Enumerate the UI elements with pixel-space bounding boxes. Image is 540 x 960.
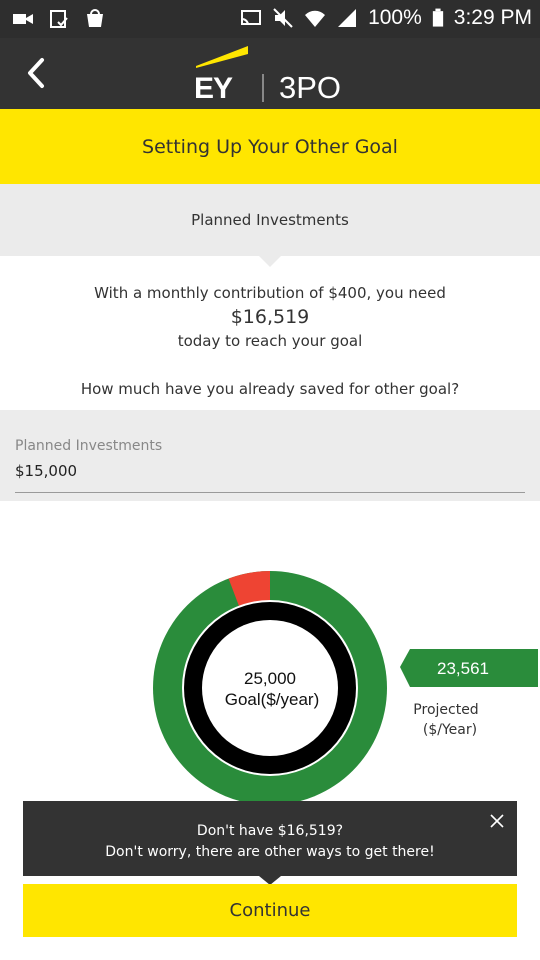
- clock: 3:29 PM: [453, 6, 532, 29]
- battery-icon: [432, 8, 443, 27]
- logo-divider: [262, 74, 264, 102]
- signal-icon: [338, 9, 357, 27]
- goal-value: 25,000: [244, 669, 296, 688]
- field-label: Planned Investments: [15, 438, 163, 454]
- gauge-svg: 25,000 Goal($/year) 23,561 Projected ($/…: [153, 571, 538, 801]
- status-bar: 100% 3:29 PM: [0, 0, 540, 38]
- chevron-left-icon: [28, 58, 44, 88]
- section-header-pointer: [259, 256, 281, 267]
- continue-button[interactable]: Continue: [23, 884, 517, 937]
- projected-label-line-1: Projected: [413, 702, 478, 718]
- toast-line-1: Don't have $16,519?: [196, 823, 344, 839]
- logo-beam-icon: [196, 46, 248, 68]
- wifi-icon: [305, 10, 326, 27]
- toast-close-button[interactable]: [489, 813, 505, 829]
- app-logo: EY 3PO: [192, 46, 352, 105]
- shortfall-toast: Don't have $16,519? Don't worry, there a…: [23, 801, 517, 876]
- logo-text: EY: [194, 72, 233, 105]
- projected-value: 23,561: [437, 659, 489, 678]
- video-icon: [13, 14, 33, 24]
- savings-question: How much have you already saved for othe…: [80, 380, 460, 398]
- store-icon: [87, 9, 103, 27]
- info-line-3: today to reach your goal: [177, 332, 363, 350]
- app-bar: EY 3PO: [0, 38, 540, 109]
- planned-investments-input[interactable]: $15,000: [15, 462, 77, 480]
- app-name: 3PO: [279, 70, 342, 105]
- cast-icon: [241, 10, 262, 26]
- goal-gauge: 25,000 Goal($/year) 23,561 Projected ($/…: [0, 501, 540, 801]
- back-button[interactable]: [22, 56, 52, 90]
- info-line-1: With a monthly contribution of $400, you…: [94, 284, 446, 302]
- field-underline: [15, 492, 525, 493]
- close-icon: [490, 814, 504, 828]
- mute-icon: [273, 8, 293, 28]
- goal-label: Goal($/year): [225, 690, 319, 709]
- projected-label-line-2: ($/Year): [423, 722, 477, 738]
- gauge-center: [202, 620, 338, 756]
- battery-percent: 100%: [368, 6, 422, 29]
- toast-line-2: Don't worry, there are other ways to get…: [105, 844, 435, 860]
- required-amount: $16,519: [230, 306, 310, 328]
- screenshot-icon: [50, 10, 68, 28]
- section-header: Planned Investments: [0, 184, 540, 256]
- required-amount-info: With a monthly contribution of $400, you…: [0, 284, 540, 350]
- page-title: Setting Up Your Other Goal: [0, 109, 540, 184]
- planned-investments-field[interactable]: Planned Investments $15,000: [0, 410, 540, 501]
